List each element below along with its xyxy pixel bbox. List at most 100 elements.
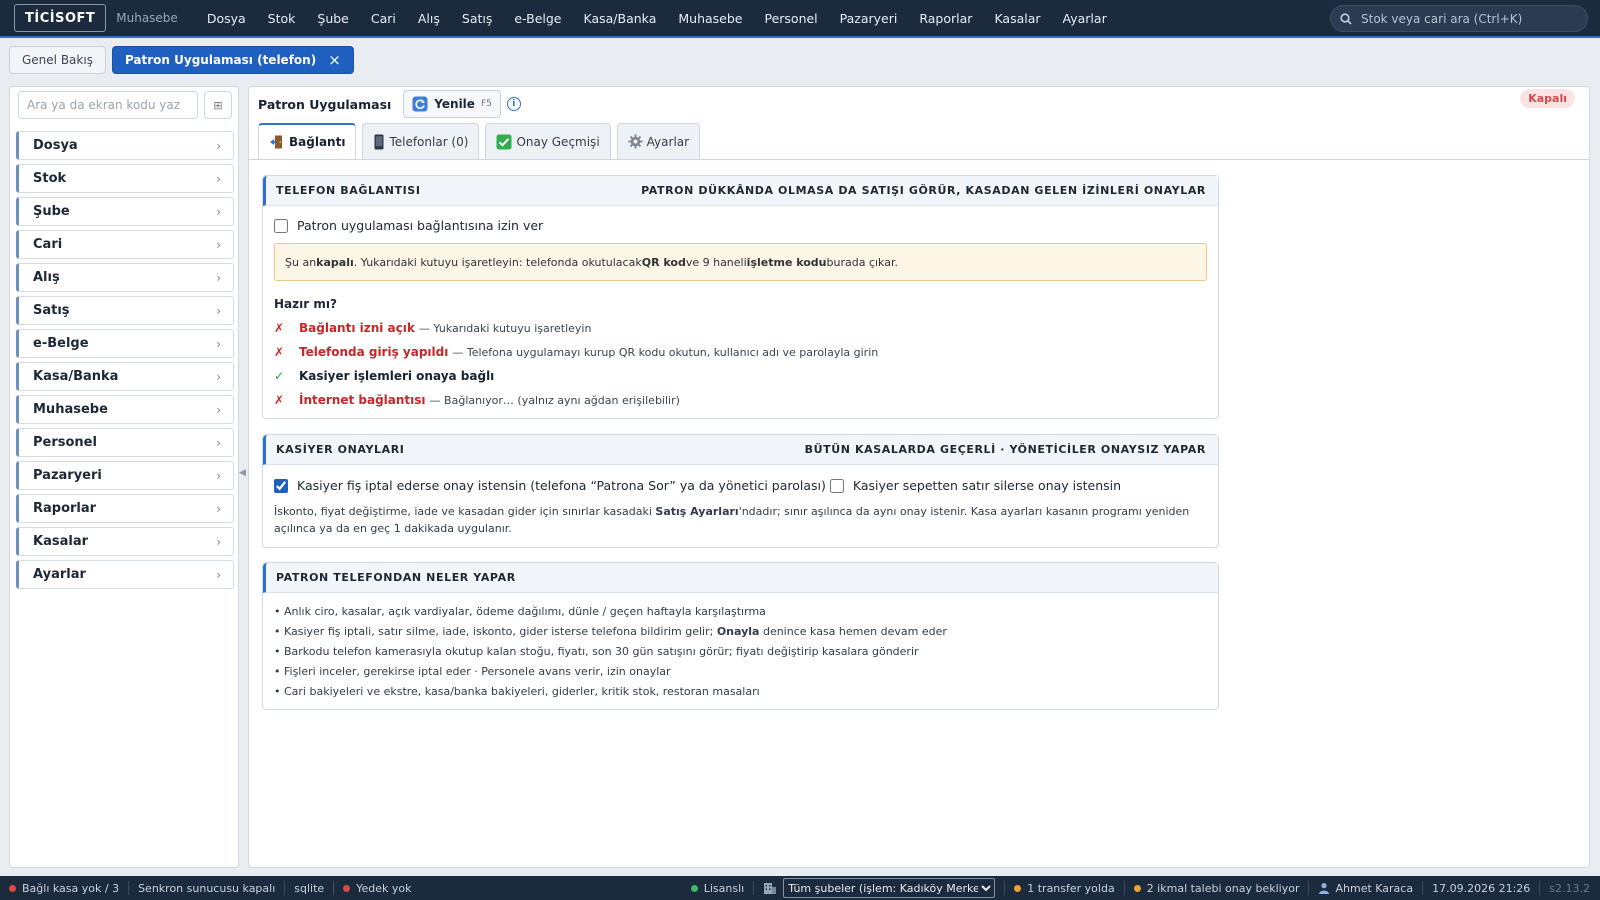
menu-pazaryeri[interactable]: Pazaryeri (829, 11, 909, 26)
refresh-icon (412, 96, 428, 112)
menu-raporlar[interactable]: Raporlar (908, 11, 983, 26)
tab-ayarlar[interactable]: Ayarlar (616, 123, 701, 159)
tab-baglanti[interactable]: Bağlantı (258, 123, 357, 159)
backup-status[interactable]: Yedek yok (334, 882, 411, 895)
allow-connection-row[interactable]: Patron uygulaması bağlantısına izin ver (274, 218, 1207, 233)
feature-item: • Kasiyer fiş iptali, satır silme, iade,… (274, 625, 1207, 638)
tab-telefonlar[interactable]: Telefonlar (0) (362, 123, 480, 159)
sidebar-item-personel[interactable]: Personel › (16, 428, 234, 457)
menu-kasalar[interactable]: Kasalar (983, 11, 1051, 26)
menu-e-belge[interactable]: e-Belge (503, 11, 572, 26)
refresh-button[interactable]: Yenile F5 (403, 90, 501, 118)
card-title: KASİYER ONAYLARI (276, 443, 405, 456)
receipt-cancel-approval-checkbox[interactable] (274, 478, 288, 493)
check-item-phone-login: ✗ Telefonda giriş yapıldı — Telefona uyg… (274, 345, 1207, 359)
receipt-cancel-approval-row[interactable]: Kasiyer fiş iptal ederse onay istensin (… (274, 478, 826, 493)
sidebar-search-input[interactable] (18, 91, 198, 119)
sidebar-item-label: Personel (33, 435, 97, 450)
status-text: Bağlı kasa yok / 3 (22, 881, 120, 895)
branch-select[interactable]: Tüm şubeler (işlem: Kadıköy Merkez) (783, 878, 996, 898)
menu-muhasebe[interactable]: Muhasebe (667, 11, 753, 26)
sidebar-item-dosya[interactable]: Dosya › (16, 131, 234, 160)
line-delete-approval-row[interactable]: Kasiyer sepetten satır silerse onay iste… (829, 478, 1121, 493)
sidebar-item-cari[interactable]: Cari › (16, 230, 234, 259)
sidebar-item-ayarlar[interactable]: Ayarlar › (16, 560, 234, 589)
info-icon[interactable]: i (506, 97, 521, 111)
grid-icon[interactable]: ⊞ (204, 91, 232, 119)
door-icon (269, 134, 285, 150)
global-search-input[interactable] (1361, 11, 1581, 26)
sidebar-item-kasa-banka[interactable]: Kasa/Banka › (16, 362, 234, 391)
chevron-right-icon: › (216, 138, 221, 153)
sidebar-item-raporlar[interactable]: Raporlar › (16, 494, 234, 523)
tab-label: Telefonlar (0) (389, 134, 469, 149)
datetime: 17.09.2026 21:26 (1423, 882, 1530, 895)
license-status[interactable]: Lisanslı (682, 882, 744, 895)
transfer-status[interactable]: 1 transfer yolda (1005, 882, 1115, 895)
app-logo[interactable]: TİCİSOFT (14, 4, 107, 32)
menu-personel[interactable]: Personel (753, 11, 828, 26)
menu-dosya[interactable]: Dosya (196, 11, 257, 26)
sidebar-item-sube[interactable]: Şube › (16, 197, 234, 226)
collapse-sidebar-icon[interactable]: ◀ (239, 468, 246, 478)
sidebar-item-kasalar[interactable]: Kasalar › (16, 527, 234, 556)
sidebar-item-pazaryeri[interactable]: Pazaryeri › (16, 461, 234, 490)
menu-satis[interactable]: Satış (451, 11, 503, 26)
chevron-right-icon: › (216, 171, 221, 186)
card-body: Kasiyer fiş iptal ederse onay istensin (… (263, 465, 1218, 549)
document-tabs: Genel Bakış Patron Uygulaması (telefon) … (0, 40, 1600, 80)
sidebar-item-label: Stok (33, 171, 67, 186)
status-bar: Bağlı kasa yok / 3 Senkron sunucusu kapa… (0, 876, 1600, 900)
sidebar-item-satis[interactable]: Satış › (16, 296, 234, 325)
menu-cari[interactable]: Cari (360, 11, 407, 26)
check-item-permission: ✗ Bağlantı izni açık — Yukarıdaki kutuyu… (274, 321, 1207, 335)
menu-ayarlar[interactable]: Ayarlar (1052, 11, 1118, 26)
menu-sube[interactable]: Şube (306, 11, 359, 26)
menu-alis[interactable]: Alış (407, 11, 451, 26)
chevron-right-icon: › (216, 534, 221, 549)
gear-icon (628, 134, 643, 149)
menu-stok[interactable]: Stok (257, 11, 307, 26)
sidebar-item-stok[interactable]: Stok › (16, 164, 234, 193)
app-subtitle: Muhasebe (116, 11, 178, 25)
notice-text: burada çıkar. (826, 255, 898, 269)
tab-patron-uygulamasi[interactable]: Patron Uygulaması (telefon) × (111, 46, 354, 74)
chevron-right-icon: › (216, 501, 221, 516)
sidebar-item-label: Muhasebe (33, 402, 108, 417)
check-desc: — Yukarıdaki kutuyu işaretleyin (418, 321, 592, 335)
close-icon[interactable]: × (328, 51, 341, 69)
chevron-right-icon: › (216, 369, 221, 384)
sidebar-item-e-belge[interactable]: e-Belge › (16, 329, 234, 358)
status-text: Lisanslı (703, 881, 745, 895)
status-text: Yedek yok (356, 881, 412, 895)
chevron-right-icon: › (216, 402, 221, 417)
allow-connection-checkbox[interactable] (274, 218, 288, 233)
status-badge: Kapalı (1520, 89, 1575, 108)
status-dot-icon (9, 884, 16, 892)
notice-bold: QR kod (641, 255, 686, 269)
sidebar: ⊞ Dosya › Stok › Şube › Cari › Alış › Satış › … (9, 86, 239, 868)
user-info[interactable]: Ahmet Karaca (1309, 882, 1413, 895)
check-item-cashier-approval: ✓ Kasiyer işlemleri onaya bağlı (274, 369, 1207, 383)
allow-connection-label: Patron uygulaması bağlantısına izin ver (297, 218, 544, 233)
sidebar-item-muhasebe[interactable]: Muhasebe › (16, 395, 234, 424)
status-text: sqlite (294, 881, 325, 895)
sidebar-item-label: Kasa/Banka (33, 369, 119, 384)
note-bold[interactable]: Satış Ayarları (655, 505, 738, 518)
approvals-card: KASİYER ONAYLARI BÜTÜN KASALARDA GEÇERLİ… (262, 434, 1219, 548)
cross-icon: ✗ (274, 393, 285, 407)
supply-request-status[interactable]: 2 ikmal talebi onay bekliyor (1125, 882, 1299, 895)
tab-genel-bakis[interactable]: Genel Bakış (9, 46, 106, 74)
chevron-right-icon: › (216, 567, 221, 582)
sidebar-item-label: Raporlar (33, 501, 97, 516)
sync-status[interactable]: Senkron sunucusu kapalı (129, 882, 275, 895)
main-menu: Dosya Stok Şube Cari Alış Satış e-Belge … (196, 11, 1118, 26)
line-delete-approval-checkbox[interactable] (829, 478, 844, 493)
menu-kasa-banka[interactable]: Kasa/Banka (573, 11, 668, 26)
tab-onay-gecmisi[interactable]: Onay Geçmişi (485, 123, 611, 159)
cash-register-status[interactable]: Bağlı kasa yok / 3 (0, 882, 119, 895)
sidebar-item-alis[interactable]: Alış › (16, 263, 234, 292)
feature-text: • Kasiyer fiş iptali, satır silme, iade,… (274, 625, 717, 638)
card-body: Patron uygulaması bağlantısına izin ver … (263, 206, 1218, 419)
feature-item: • Anlık ciro, kasalar, açık vardiyalar, … (274, 605, 766, 618)
